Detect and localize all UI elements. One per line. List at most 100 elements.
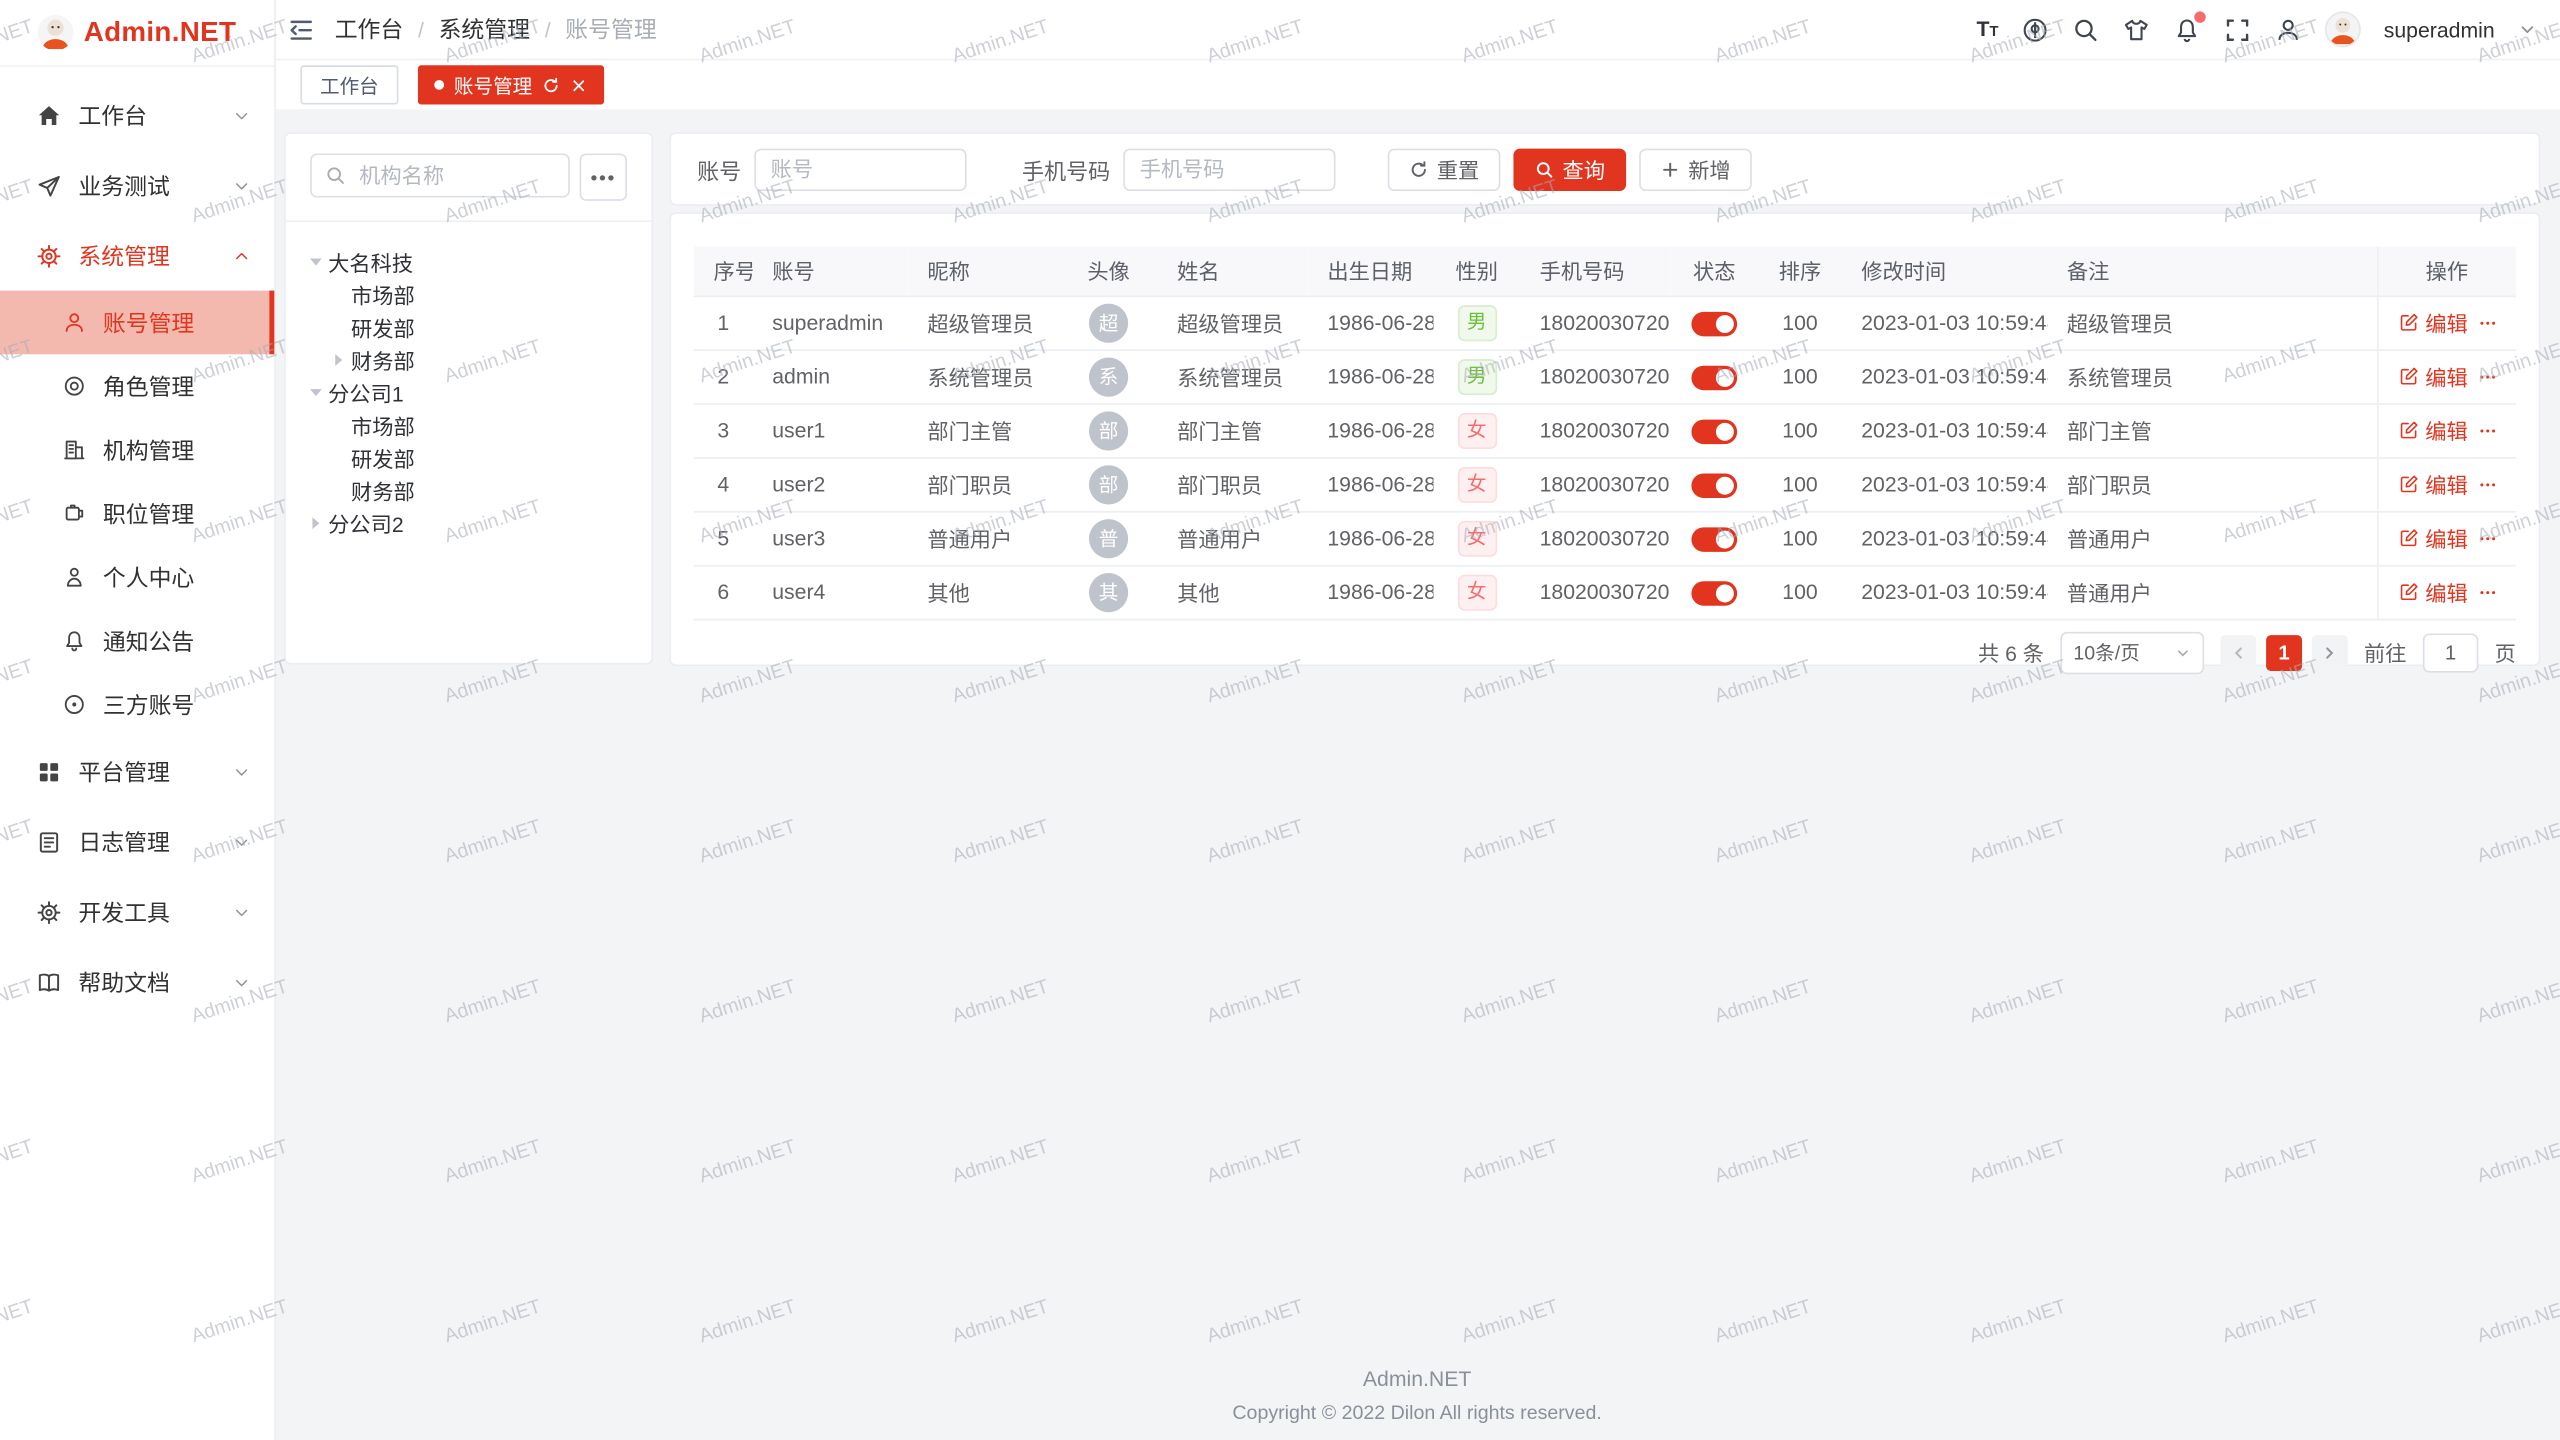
caret-right-icon[interactable] (325, 346, 351, 372)
caret-down-icon[interactable] (302, 248, 328, 274)
status-toggle[interactable] (1691, 580, 1737, 604)
caret-spacer (325, 411, 351, 437)
status-toggle[interactable] (1691, 527, 1737, 551)
cell-name: 超级管理员 (1158, 296, 1308, 350)
sidebar-item-notice-announcement[interactable]: 通知公告 (0, 609, 274, 673)
sidebar-item-system-management[interactable]: 系统管理 (0, 220, 274, 290)
theme-icon[interactable] (2123, 16, 2151, 44)
org-name-input[interactable] (356, 162, 555, 190)
column-header-remark: 备注 (2047, 247, 2377, 296)
caret-spacer (325, 444, 351, 470)
phone-input[interactable] (1123, 148, 1335, 190)
goto-page-input[interactable] (2423, 633, 2479, 672)
more-actions-button[interactable]: ••• (580, 153, 627, 200)
edit-button[interactable]: 编辑 (2398, 307, 2468, 338)
cell-birth: 1986-06-28 (1308, 296, 1434, 350)
more-actions-icon[interactable] (2478, 365, 2497, 388)
user-avatar[interactable] (2325, 11, 2361, 47)
prev-page-button[interactable] (2220, 634, 2256, 670)
account-input[interactable] (754, 148, 966, 190)
sidebar-item-role-management[interactable]: 角色管理 (0, 354, 274, 418)
caret-right-icon[interactable] (302, 509, 328, 535)
search-icon (325, 165, 346, 186)
tree-node[interactable]: 分公司1 (302, 376, 635, 409)
edit-button[interactable]: 编辑 (2398, 361, 2468, 392)
sidebar-menu: 工作台业务测试系统管理账号管理角色管理机构管理职位管理个人中心通知公告三方账号平… (0, 67, 274, 1017)
sidebar-item-account-management[interactable]: 账号管理 (0, 291, 274, 355)
tree-node[interactable]: 研发部 (302, 441, 635, 474)
tree-node[interactable]: 市场部 (302, 408, 635, 441)
more-actions-icon[interactable] (2478, 473, 2497, 496)
sidebar-item-workbench[interactable]: 工作台 (0, 80, 274, 150)
sidebar-item-business-test[interactable]: 业务测试 (0, 150, 274, 220)
status-toggle[interactable] (1691, 419, 1737, 443)
gender-tag: 男 (1457, 304, 1496, 340)
search-icon[interactable] (2072, 16, 2100, 44)
more-actions-icon[interactable] (2478, 527, 2497, 550)
org-search-row: ••• (286, 153, 652, 200)
collapse-menu-icon[interactable] (287, 16, 315, 44)
more-actions-icon[interactable] (2478, 580, 2497, 603)
notification-badge (2194, 11, 2205, 22)
sidebar-item-label: 职位管理 (103, 497, 252, 530)
more-actions-icon[interactable] (2478, 419, 2497, 442)
sidebar-item-third-party-account[interactable]: 三方账号 (0, 673, 274, 737)
tree-node[interactable]: 财务部 (302, 473, 635, 506)
sidebar-item-dev-tools[interactable]: 开发工具 (0, 877, 274, 947)
tab-workbench[interactable]: 工作台 (300, 65, 398, 104)
cell-phone: 18020030720 (1520, 296, 1670, 350)
table-row: 2admin系统管理员系系统管理员1986-06-28男180200307201… (694, 349, 2516, 403)
tab-bar: 工作台 账号管理 (274, 60, 2560, 111)
tree-node[interactable]: 分公司2 (302, 506, 635, 539)
link-icon (62, 692, 86, 716)
edit-button[interactable]: 编辑 (2398, 469, 2468, 500)
font-size-icon[interactable]: TT (1977, 16, 1999, 44)
caret-down-icon[interactable] (302, 379, 328, 405)
page-size-select[interactable]: 10条/页 (2060, 631, 2204, 673)
current-page[interactable]: 1 (2266, 634, 2302, 670)
user-outline-icon[interactable] (2274, 16, 2302, 44)
breadcrumb-workbench[interactable]: 工作台 (335, 13, 404, 46)
fullscreen-icon[interactable] (2224, 16, 2252, 44)
sidebar-item-label: 工作台 (78, 99, 231, 132)
notification-icon[interactable] (2173, 16, 2201, 44)
username[interactable]: superadmin (2384, 17, 2495, 41)
chevron-down-icon (232, 176, 252, 196)
sidebar-item-log-management[interactable]: 日志管理 (0, 807, 274, 877)
reset-button[interactable]: 重置 (1388, 148, 1501, 190)
cell-action: 编辑 (2377, 565, 2516, 619)
status-toggle[interactable] (1691, 473, 1737, 497)
more-actions-icon[interactable] (2478, 311, 2497, 334)
sidebar-item-platform-management[interactable]: 平台管理 (0, 736, 274, 806)
tree-node[interactable]: 市场部 (302, 278, 635, 311)
close-icon[interactable] (570, 76, 588, 94)
sidebar-item-org-management[interactable]: 机构管理 (0, 418, 274, 482)
tree-node[interactable]: 研发部 (302, 310, 635, 343)
next-page-button[interactable] (2312, 634, 2348, 670)
query-button[interactable]: 查询 (1513, 148, 1626, 190)
sidebar-item-help-docs[interactable]: 帮助文档 (0, 947, 274, 1017)
cell-account: user3 (753, 511, 908, 565)
edit-button[interactable]: 编辑 (2398, 415, 2468, 446)
edit-button[interactable]: 编辑 (2398, 576, 2468, 607)
chevron-down-icon[interactable] (2518, 20, 2538, 40)
cell-gender: 女 (1433, 403, 1520, 457)
cell-nickname: 部门职员 (908, 457, 1060, 511)
status-toggle[interactable] (1691, 311, 1737, 335)
status-toggle[interactable] (1691, 365, 1737, 389)
edit-button[interactable]: 编辑 (2398, 522, 2468, 553)
filter-bar: 账号 手机号码 重置 (669, 132, 2540, 205)
tree-node[interactable]: 财务部 (302, 343, 635, 376)
breadcrumb-current: 账号管理 (565, 13, 656, 46)
tree-node[interactable]: 大名科技 (302, 245, 635, 278)
breadcrumb-system-management[interactable]: 系统管理 (439, 13, 530, 46)
add-button[interactable]: 新增 (1639, 148, 1752, 190)
sidebar-item-personal-center[interactable]: 个人中心 (0, 545, 274, 609)
caret-spacer (325, 477, 351, 503)
cell-avatar: 普 (1060, 511, 1158, 565)
language-icon[interactable] (2021, 16, 2049, 44)
tab-account-management[interactable]: 账号管理 (418, 65, 604, 104)
refresh-icon[interactable] (542, 76, 560, 94)
sidebar-item-position-management[interactable]: 职位管理 (0, 482, 274, 546)
cell-sort: 100 (1758, 457, 1841, 511)
